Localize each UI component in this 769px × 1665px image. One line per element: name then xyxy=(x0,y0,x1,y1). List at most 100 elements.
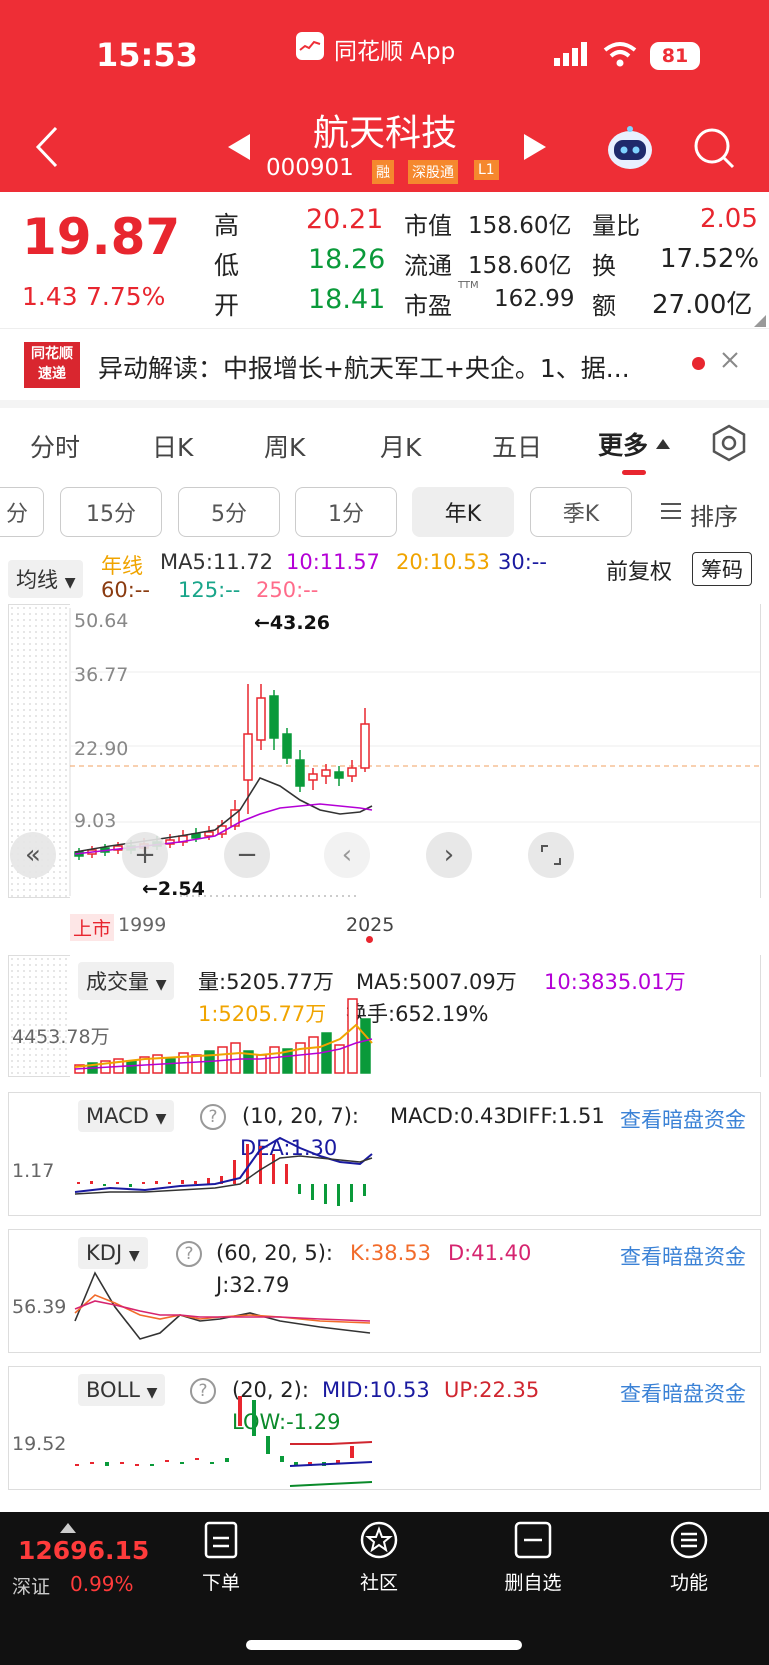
volume-bar xyxy=(230,1042,241,1074)
index-name: 深证 xyxy=(12,1576,51,1598)
current-year-dot xyxy=(366,936,373,943)
zoom-out-icon[interactable]: − xyxy=(224,832,270,878)
y-label-1: 50.64 xyxy=(74,610,129,632)
boll-candle xyxy=(225,1458,229,1462)
float-cap-label: 流通 xyxy=(404,252,452,280)
battery-icon: 81 xyxy=(650,42,700,70)
back-icon[interactable] xyxy=(32,122,62,176)
min-price-label: ←2.54 xyxy=(142,878,205,900)
tab-five-day[interactable]: 五日 xyxy=(492,428,542,464)
boll-candle xyxy=(266,1436,270,1454)
chip-button[interactable]: 筹码 xyxy=(692,552,752,586)
subtab-yearly[interactable]: 年K xyxy=(412,487,514,537)
remove-watchlist-icon xyxy=(514,1521,552,1559)
candle xyxy=(334,771,344,779)
pe-label: 市盈 xyxy=(404,292,452,320)
tab-minute[interactable]: 分时 xyxy=(30,428,80,464)
macd-bar xyxy=(272,1154,275,1184)
amount-label: 额 xyxy=(592,292,616,320)
tab-daily[interactable]: 日K xyxy=(152,428,193,464)
volume-bar xyxy=(295,1042,306,1074)
tab-more[interactable]: 更多 xyxy=(598,426,648,462)
boll-candle xyxy=(150,1464,154,1466)
pe-value: 162.99 xyxy=(494,286,575,312)
subtab-15min[interactable]: 15分 xyxy=(60,487,162,537)
subtab-1min[interactable]: 1分 xyxy=(295,487,397,537)
search-icon[interactable] xyxy=(692,126,736,174)
scroll-left-icon[interactable]: ‹ xyxy=(324,832,370,878)
app-header: 15:53 同花顺 App 81 航天科技 000901 融 深股通 L1 xyxy=(0,0,769,192)
settings-hex-icon[interactable] xyxy=(710,424,748,466)
zoom-in-icon[interactable]: + xyxy=(122,832,168,878)
macd-bar xyxy=(103,1184,106,1186)
nav-order[interactable]: 下单 xyxy=(166,1520,276,1595)
close-icon[interactable] xyxy=(720,350,740,374)
ma20-value: 20:10.53 xyxy=(396,550,490,574)
ma-select[interactable]: 均线 ▼ xyxy=(8,560,84,598)
stat-label-low: 低 xyxy=(214,251,240,280)
index-value[interactable]: 12696.15 xyxy=(18,1536,149,1565)
status-time: 15:53 xyxy=(96,36,198,74)
x-label-end: 2025 xyxy=(346,914,395,936)
macd-bar xyxy=(324,1184,327,1204)
tab-monthly[interactable]: 月K xyxy=(380,428,421,464)
news-text[interactable]: 异动解读：中报增长+航天军工+央企。1、据... xyxy=(98,349,678,385)
menu-icon xyxy=(670,1521,708,1559)
stat-value-open: 18.41 xyxy=(308,284,386,315)
status-app-name: 同花顺 App xyxy=(334,39,456,65)
market-cap-label: 市值 xyxy=(404,212,452,240)
boll-candle xyxy=(350,1446,354,1458)
tab-weekly[interactable]: 周K xyxy=(264,428,305,464)
candle xyxy=(191,833,201,839)
subtab-minute[interactable]: 分 xyxy=(0,487,44,537)
order-icon xyxy=(204,1521,238,1559)
macd-bar xyxy=(129,1184,132,1187)
volume-bar xyxy=(269,1046,280,1074)
boll-candle xyxy=(210,1462,214,1464)
robot-assistant-icon[interactable] xyxy=(604,124,656,176)
vol-ratio-label: 量比 xyxy=(592,212,640,240)
volume-bar xyxy=(360,1018,371,1074)
stat-value-high: 20.21 xyxy=(306,204,384,235)
fuquan-button[interactable]: 前复权 xyxy=(606,554,672,586)
candle xyxy=(308,773,318,781)
nav-community[interactable]: 社区 xyxy=(324,1520,434,1595)
boll-candle xyxy=(238,1396,242,1426)
nav-functions[interactable]: 功能 xyxy=(634,1520,744,1595)
ma125-value: 125:-- xyxy=(178,578,241,602)
list-icon[interactable] xyxy=(660,500,682,526)
boll-candle xyxy=(135,1464,139,1466)
prev-stock-icon[interactable] xyxy=(226,132,252,166)
macd-bar xyxy=(116,1182,119,1184)
ma60-value: 60:-- xyxy=(101,578,150,602)
subtab-5min[interactable]: 5分 xyxy=(178,487,280,537)
index-pct: 0.99% xyxy=(70,1572,134,1596)
zoom-out-all-icon[interactable]: « xyxy=(10,832,56,878)
signal-icon xyxy=(552,40,592,72)
y-label-3: 22.90 xyxy=(74,738,129,760)
candle xyxy=(321,769,331,777)
active-tab-indicator xyxy=(622,470,646,475)
boll-candle xyxy=(252,1400,256,1436)
scroll-right-icon[interactable]: › xyxy=(426,832,472,878)
wifi-icon xyxy=(602,40,638,72)
macd-bar xyxy=(90,1181,93,1184)
boll-candle xyxy=(280,1456,284,1462)
turnover-value: 17.52% xyxy=(660,244,760,274)
pe-superscript: TTM xyxy=(458,280,479,291)
ma10-value: 10:11.57 xyxy=(286,550,380,574)
volume-bar xyxy=(191,1054,202,1074)
macd-bar xyxy=(77,1182,80,1184)
macd-bar xyxy=(168,1182,171,1184)
boll-candle xyxy=(90,1462,94,1464)
candle xyxy=(360,723,370,769)
next-stock-icon[interactable] xyxy=(522,132,548,166)
unread-dot-icon xyxy=(692,357,705,370)
candle xyxy=(243,733,253,781)
subtab-quarterly[interactable]: 季K xyxy=(530,487,632,537)
fullscreen-icon[interactable] xyxy=(528,832,574,878)
nav-remove-watchlist[interactable]: 删自选 xyxy=(478,1520,588,1595)
sort-button[interactable]: 排序 xyxy=(690,497,738,532)
kdj-chart-svg xyxy=(74,1271,371,1340)
stock-code: 000901 xyxy=(266,155,354,181)
